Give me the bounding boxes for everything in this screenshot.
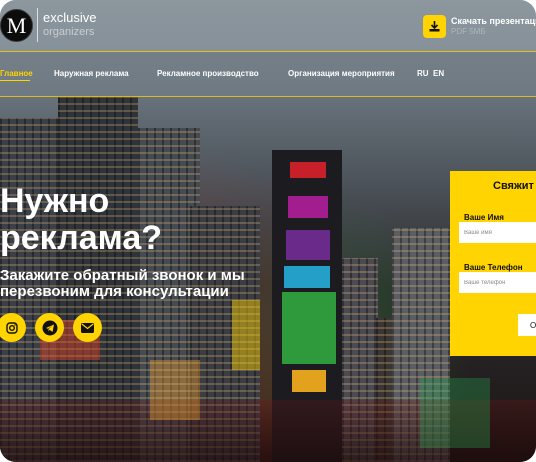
name-label: Ваше Имя	[464, 213, 504, 222]
nav-item-events[interactable]: Организация мероприятия	[288, 69, 395, 78]
form-title: Свяжит	[493, 180, 534, 192]
hero-subtitle-line-2: перезвоним для консультации	[0, 283, 229, 300]
hero-subtitle: Закажите обратный звонок и мы перезвоним…	[0, 268, 270, 300]
logo-divider	[37, 8, 38, 42]
nav-item-outdoor-ads[interactable]: Наружная реклама	[54, 69, 129, 78]
nav-item-main[interactable]: Главное	[0, 69, 33, 78]
hero-subtitle-line-1: Закажите обратный звонок и мы	[0, 267, 245, 284]
telegram-button[interactable]	[35, 313, 64, 342]
hero-title-line-1: Нужно	[0, 182, 110, 220]
instagram-icon	[5, 321, 18, 334]
page-frame: M exclusive organizers Скачать презентац…	[0, 0, 536, 462]
phone-label: Ваше Телефон	[464, 263, 523, 272]
hero-title-line-2: реклама?	[0, 219, 162, 257]
brand-tagline: organizers	[43, 26, 95, 38]
brand-name[interactable]: exclusive	[43, 11, 96, 25]
download-label[interactable]: Скачать презентаци	[451, 16, 536, 26]
email-button[interactable]	[73, 313, 102, 342]
name-input[interactable]	[459, 222, 536, 243]
lang-ru[interactable]: RU	[417, 69, 429, 78]
site-header: M exclusive organizers Скачать презентац…	[0, 0, 536, 52]
nav-item-ad-production[interactable]: Рекламное производство	[157, 69, 259, 78]
logo-letter: M	[6, 12, 27, 38]
telegram-icon	[42, 320, 57, 335]
download-file-info: PDF 5МБ	[451, 27, 486, 36]
lang-en[interactable]: EN	[433, 69, 444, 78]
logo-mark[interactable]: M	[0, 9, 33, 42]
hero-title: Нужно реклама?	[0, 183, 220, 257]
download-icon	[429, 21, 440, 32]
main-nav: Главное Наружная реклама Рекламное произ…	[0, 53, 536, 97]
submit-button[interactable]: О	[518, 314, 536, 336]
email-icon	[81, 322, 94, 333]
download-button[interactable]	[423, 15, 446, 38]
callback-form: Свяжит Ваше Имя Ваше Телефон О	[450, 171, 536, 356]
phone-input[interactable]	[459, 272, 536, 293]
nav-active-underline	[0, 80, 30, 81]
